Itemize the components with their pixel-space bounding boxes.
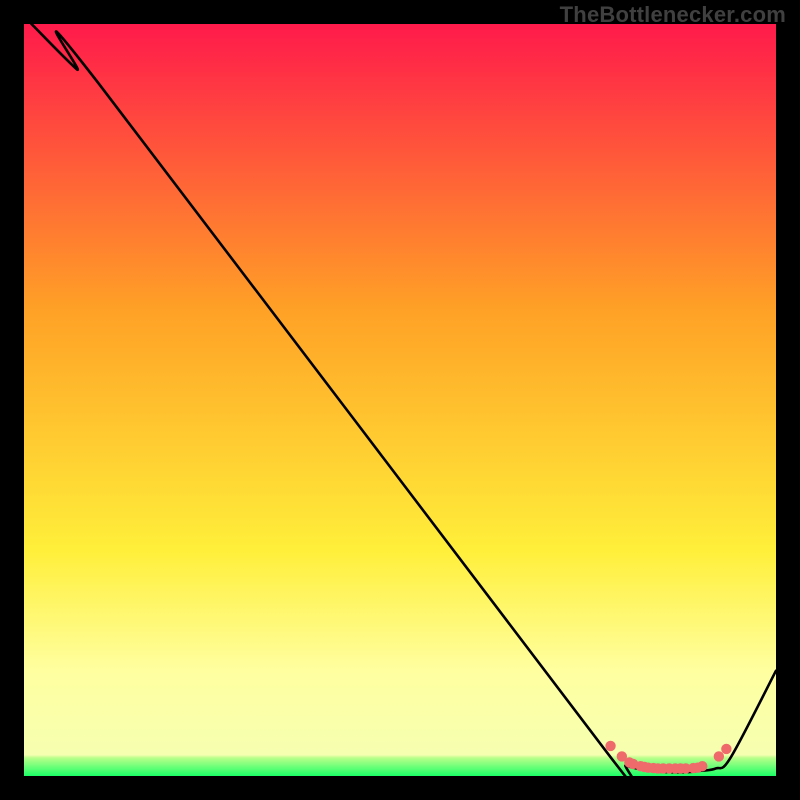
trough-marker <box>697 761 707 771</box>
trough-marker <box>721 744 731 754</box>
chart-stage: TheBottlenecker.com <box>0 0 800 800</box>
watermark-text: TheBottlenecker.com <box>560 2 786 28</box>
chart-svg <box>24 24 776 776</box>
trough-marker <box>714 751 724 761</box>
plot-frame <box>24 24 776 776</box>
gradient-background <box>24 24 776 776</box>
trough-marker <box>605 741 615 751</box>
